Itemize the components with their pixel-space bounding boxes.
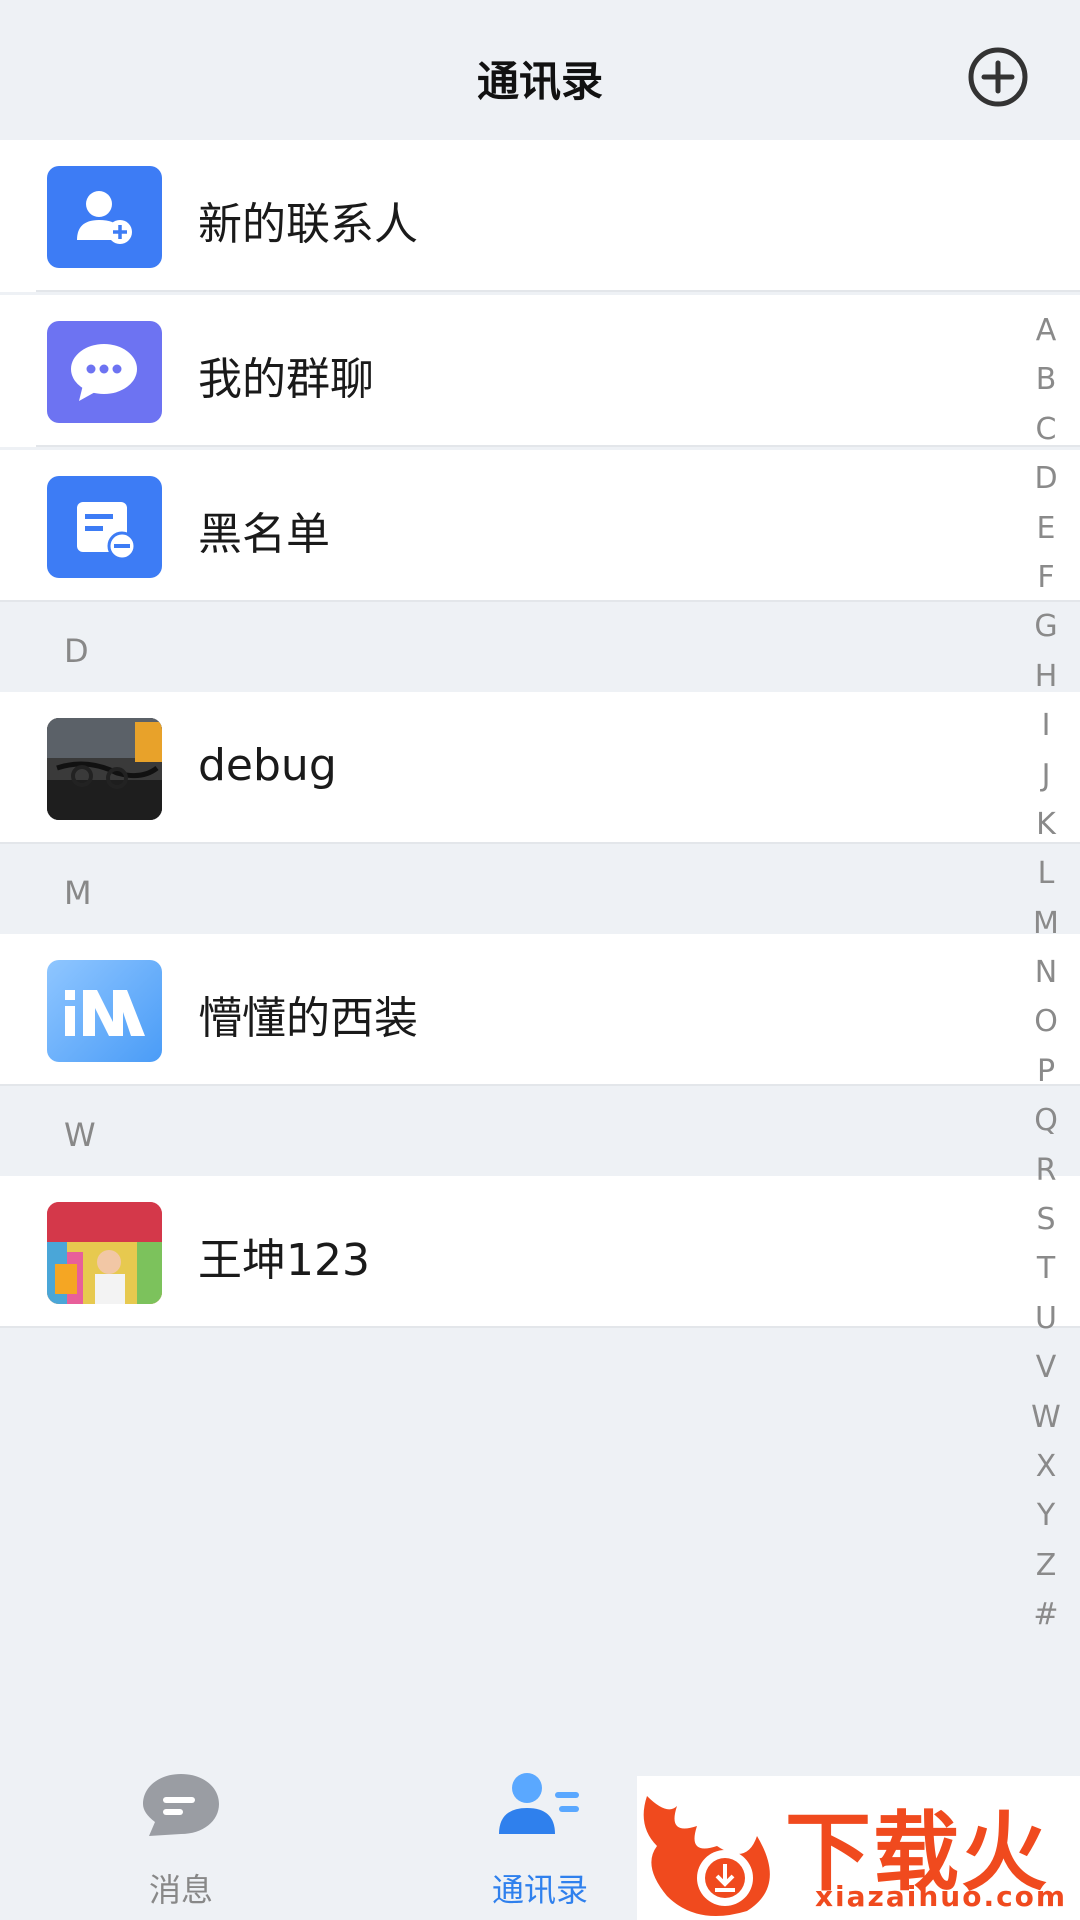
index-letter[interactable]: R <box>1026 1146 1066 1195</box>
index-letter[interactable]: X <box>1026 1442 1066 1491</box>
alphabet-index[interactable]: A B C D E F G H I J K L M N O P Q R S T U V W X Y Z # <box>1026 306 1066 1640</box>
item-label: 我的群聊 <box>198 354 374 405</box>
index-letter[interactable]: K <box>1026 800 1066 849</box>
item-label: 黑名单 <box>198 509 330 560</box>
contact-name: 懵懂的西装 <box>198 993 418 1044</box>
index-letter[interactable]: W <box>1026 1393 1066 1442</box>
nav-header: 通讯录 <box>0 0 1080 140</box>
index-letter[interactable]: S <box>1026 1195 1066 1244</box>
index-letter[interactable]: O <box>1026 997 1066 1046</box>
add-button[interactable] <box>966 45 1030 109</box>
contact-name: debug <box>198 740 337 791</box>
divider <box>0 842 1080 844</box>
watermark-url: xiazaihuo.com <box>815 1880 1068 1913</box>
index-letter[interactable]: D <box>1026 454 1066 503</box>
plus-circle-icon <box>968 47 1028 107</box>
tab-messages[interactable]: 消息 <box>91 1745 271 1920</box>
index-letter[interactable]: Z <box>1026 1541 1066 1590</box>
index-letter[interactable]: U <box>1026 1294 1066 1343</box>
index-letter[interactable]: E <box>1026 504 1066 553</box>
index-letter[interactable]: N <box>1026 948 1066 997</box>
index-letter[interactable]: M <box>1026 899 1066 948</box>
index-letter[interactable]: V <box>1026 1343 1066 1392</box>
index-letter[interactable]: B <box>1026 355 1066 404</box>
contact-row[interactable]: 王坤123 <box>0 1176 1080 1328</box>
message-icon <box>143 1774 219 1836</box>
avatar <box>47 960 162 1062</box>
index-letter[interactable]: F <box>1026 553 1066 602</box>
avatar <box>47 1202 162 1304</box>
contact-row[interactable]: debug <box>0 692 1080 844</box>
index-letter[interactable]: Q <box>1026 1096 1066 1145</box>
watermark-logo: 下载火 xiazaihuo.com <box>637 1776 1080 1920</box>
index-letter[interactable]: I <box>1026 701 1066 750</box>
section-header-w: W <box>0 1088 1080 1176</box>
index-letter[interactable]: T <box>1026 1244 1066 1293</box>
page-title: 通讯录 <box>476 57 603 106</box>
index-letter[interactable]: H <box>1026 652 1066 701</box>
contact-name: 王坤123 <box>198 1235 370 1286</box>
tab-label: 消息 <box>148 1871 213 1909</box>
index-letter[interactable]: L <box>1026 849 1066 898</box>
index-letter[interactable]: J <box>1026 751 1066 800</box>
flame-logo-icon <box>643 1796 770 1916</box>
blacklist-icon <box>47 476 162 578</box>
index-letter[interactable]: G <box>1026 602 1066 651</box>
section-header-m: M <box>0 846 1080 934</box>
index-letter[interactable]: # <box>1026 1590 1066 1639</box>
index-letter[interactable]: Y <box>1026 1491 1066 1540</box>
avatar <box>47 718 162 820</box>
divider <box>0 1326 1080 1328</box>
group-chat-icon <box>47 321 162 423</box>
divider <box>0 600 1080 602</box>
item-label: 新的联系人 <box>198 199 418 250</box>
divider <box>0 1084 1080 1086</box>
group-chats-item[interactable]: 我的群聊 <box>0 295 1080 447</box>
index-letter[interactable]: P <box>1026 1047 1066 1096</box>
tab-label: 通讯录 <box>491 1871 588 1909</box>
section-letter: D <box>64 632 89 670</box>
divider <box>36 290 1080 292</box>
divider <box>36 445 1080 447</box>
index-letter[interactable]: C <box>1026 405 1066 454</box>
blacklist-item[interactable]: 黑名单 <box>0 450 1080 602</box>
contacts-icon <box>499 1773 579 1834</box>
index-letter[interactable]: A <box>1026 306 1066 355</box>
contacts-screen: 通讯录 新的联系人 我的群聊 黑名单 D debug M 懵懂的西装 W 王坤1… <box>0 0 1080 1920</box>
new-contacts-item[interactable]: 新的联系人 <box>0 140 1080 292</box>
contact-row[interactable]: 懵懂的西装 <box>0 934 1080 1086</box>
section-letter: W <box>64 1116 96 1154</box>
section-letter: M <box>64 874 92 912</box>
tab-contacts[interactable]: 通讯录 <box>450 1745 630 1920</box>
add-contact-icon <box>47 166 162 268</box>
section-header-d: D <box>0 604 1080 692</box>
